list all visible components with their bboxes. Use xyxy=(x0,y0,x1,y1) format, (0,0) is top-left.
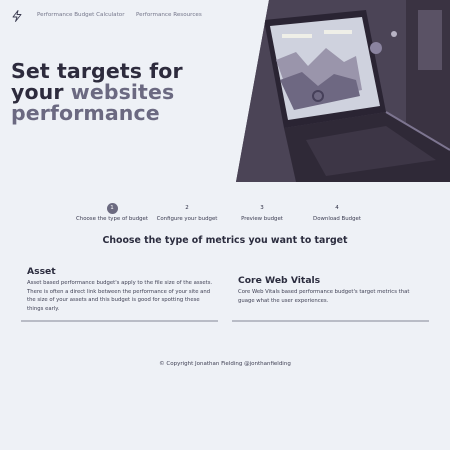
laptop-photo-illustration xyxy=(236,0,450,182)
top-nav: Performance Budget Calculator Performanc… xyxy=(0,0,280,30)
step-number: 1 xyxy=(106,203,118,214)
card-description: Asset based performance budget's apply t… xyxy=(27,280,213,312)
step-number: 3 xyxy=(260,205,264,211)
card-description: Core Web Vitals based performance budget… xyxy=(238,289,410,304)
section-heading: Choose the type of metrics you want to t… xyxy=(102,235,348,246)
nav-link-resources[interactable]: Performance Resources xyxy=(136,12,202,18)
lightning-bolt-icon[interactable] xyxy=(11,10,23,22)
budget-type-card-asset[interactable]: Asset Asset based performance budget's a… xyxy=(21,265,218,322)
step-indicator: 1 Choose the type of budget 2 Configure … xyxy=(0,203,450,233)
hero-laptop-image xyxy=(236,0,450,182)
budget-type-card-core-web-vitals[interactable]: Core Web Vitals Core Web Vitals based pe… xyxy=(232,265,429,322)
card-title: Asset xyxy=(27,266,56,277)
card-title: Core Web Vitals xyxy=(238,275,321,286)
step-label: Download Budget xyxy=(313,216,361,222)
step-4[interactable]: 4 Download Budget xyxy=(287,203,387,222)
step-number: 2 xyxy=(185,205,189,211)
nav-link-calculator[interactable]: Performance Budget Calculator xyxy=(37,12,125,18)
footer-copyright: © Copyright Jonathan Fielding @jonthanfi… xyxy=(159,361,291,367)
hero-title: Set targets for your websites performanc… xyxy=(11,61,231,124)
step-number: 4 xyxy=(335,205,339,211)
